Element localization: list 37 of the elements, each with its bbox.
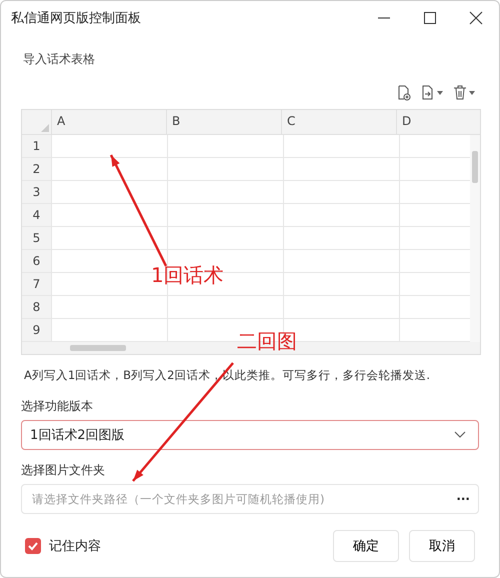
annotation-label: 1回话术 <box>151 265 224 285</box>
close-icon <box>469 11 483 25</box>
version-dropdown[interactable]: 1回话术2回图版 <box>21 420 479 450</box>
column-header[interactable]: D <box>396 110 470 134</box>
row-header[interactable]: 3 <box>22 181 51 203</box>
field-label: 选择功能版本 <box>21 398 94 415</box>
row-header[interactable]: 4 <box>22 204 51 226</box>
row-header[interactable]: 1 <box>22 135 51 157</box>
maximize-icon <box>423 11 437 25</box>
corner-icon <box>41 124 49 132</box>
row-header[interactable]: 2 <box>22 158 51 180</box>
annotation-label: 二回图 <box>237 331 297 351</box>
cancel-button[interactable]: 取消 <box>409 530 475 562</box>
field-label: 选择图片文件夹 <box>21 462 106 479</box>
row-header[interactable]: 6 <box>22 250 51 272</box>
folder-path-field[interactable]: 请选择文件夹路径（一个文件夹多图片可随机轮播使用) ··· <box>21 484 479 514</box>
row-header[interactable]: 5 <box>22 227 51 249</box>
column-header[interactable]: B <box>166 110 281 134</box>
window-title: 私信通网页版控制面板 <box>11 10 141 27</box>
caret-icon <box>437 91 443 95</box>
remember-checkbox[interactable]: 记住内容 <box>21 537 101 555</box>
file-plus-icon <box>397 85 411 101</box>
file-arrow-icon <box>421 85 435 101</box>
minimize-icon <box>377 17 391 19</box>
vertical-scrollbar[interactable] <box>470 135 480 342</box>
row-header[interactable]: 8 <box>22 296 51 318</box>
row-header[interactable]: 7 <box>22 273 51 295</box>
chevron-down-icon <box>454 431 466 439</box>
trash-icon <box>453 85 467 101</box>
row-header[interactable]: 9 <box>22 319 51 341</box>
checkmark-icon <box>27 540 39 552</box>
caret-icon <box>469 91 475 95</box>
column-header[interactable]: C <box>281 110 396 134</box>
section-label: 导入话术表格 <box>22 51 96 68</box>
browse-button[interactable]: ··· <box>452 492 474 506</box>
column-header[interactable]: A <box>51 110 166 134</box>
confirm-button[interactable]: 确定 <box>333 530 399 562</box>
